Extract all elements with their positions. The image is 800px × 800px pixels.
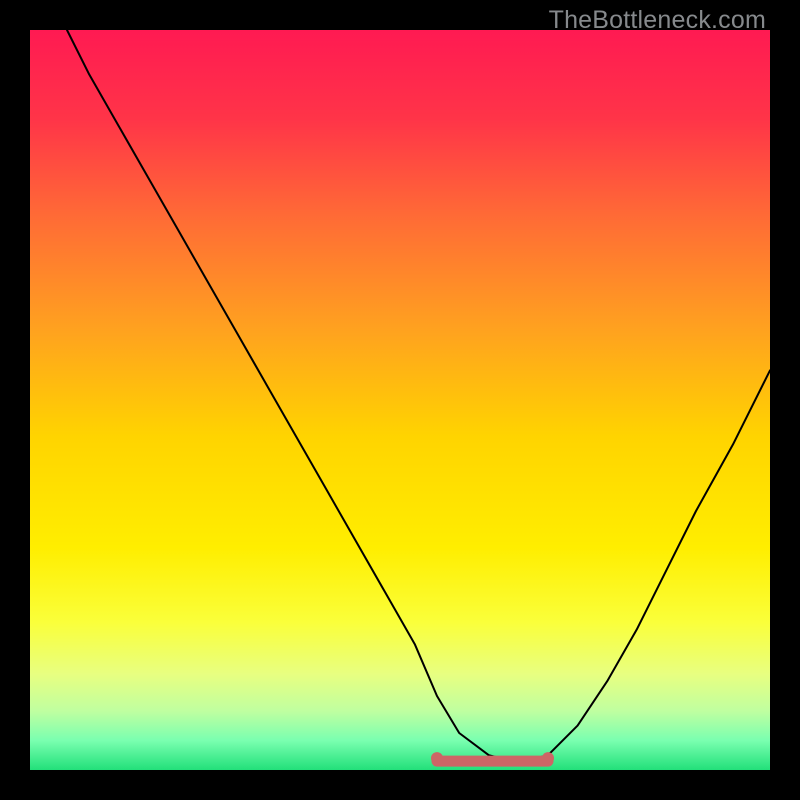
chart-container: TheBottleneck.com xyxy=(0,0,800,800)
plot-area xyxy=(30,30,770,770)
chart-svg xyxy=(30,30,770,770)
